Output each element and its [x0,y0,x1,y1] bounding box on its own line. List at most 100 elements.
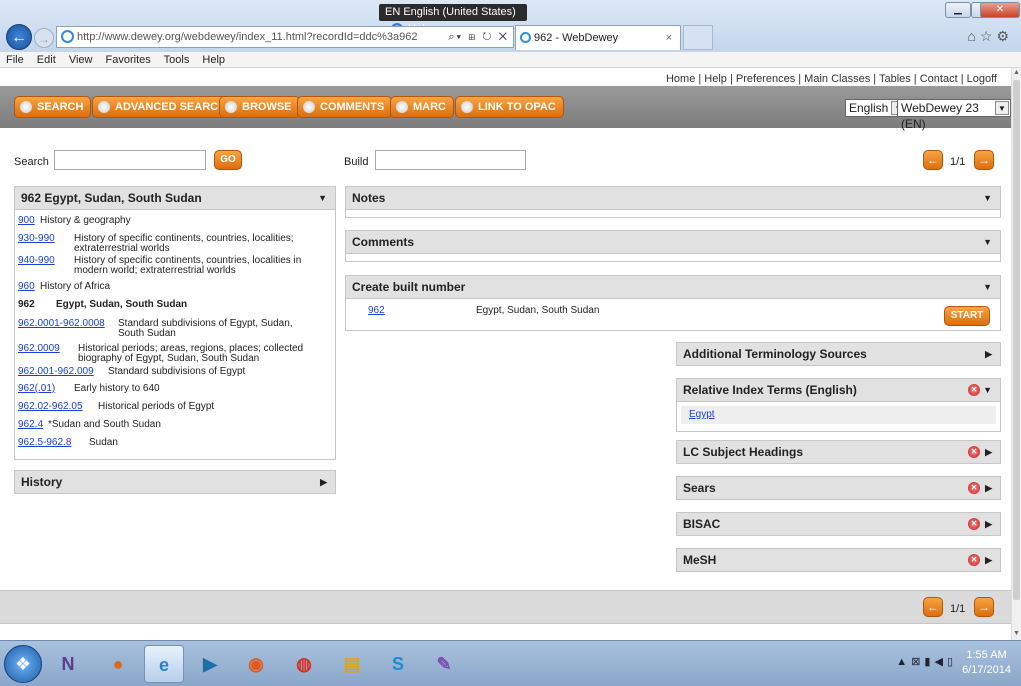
lc-subject-headings-header[interactable]: LC Subject Headings ✕ ▶ [676,440,1001,464]
marc-button[interactable]: MARC [390,96,454,118]
network-icon[interactable]: ⊠ [911,656,924,668]
hierarchy-desc: Standard subdivisions of Egypt [108,366,246,377]
page-indicator-bottom: 1/1 [950,603,966,615]
caret-down-icon: ▼ [983,385,992,395]
hierarchy-desc: *Sudan and South Sudan [48,419,161,430]
page-scrollbar[interactable]: ▲ ▼ [1011,68,1021,640]
skype-icon[interactable]: S [378,645,418,683]
ime-language-bar[interactable]: EN English (United States) ? Help [379,4,527,35]
media-player-icon[interactable]: ▶ [190,645,230,683]
class-hierarchy-header[interactable]: 962 Egypt, Sudan, South Sudan ▼ [14,186,336,210]
chrome-icon[interactable]: ◍ [284,645,324,683]
system-clock[interactable]: 1:55 AM 6/17/2014 [962,648,1011,678]
mesh-header[interactable]: MeSH ✕ ▶ [676,548,1001,572]
signal-icon[interactable]: ▮ [924,656,934,668]
tray-chevron-icon[interactable]: ▲ [896,656,911,668]
system-tray[interactable]: ▲⊠▮◀▯ [896,655,957,668]
start-button[interactable]: ❖ [4,645,42,683]
close-x-icon[interactable]: ✕ [968,446,980,458]
onenote-icon[interactable]: N [48,645,88,683]
close-x-icon[interactable]: ✕ [968,482,980,494]
hierarchy-code[interactable]: 960 [18,282,35,292]
close-x-icon[interactable]: ✕ [968,384,980,396]
tab-close-icon[interactable]: × [666,26,672,50]
build-input[interactable] [375,150,526,170]
additional-terminology-header[interactable]: Additional Terminology Sources ▶ [676,342,1001,366]
caret-right-icon: ▶ [320,477,327,487]
hierarchy-code[interactable]: 930-990 [18,234,55,244]
prev-page-button-bottom[interactable]: ← [923,597,943,617]
link-up-arrow-icon [461,101,473,113]
firefox-icon[interactable]: ● [98,645,138,683]
relative-index-link[interactable]: Egypt [689,409,715,420]
caret-down-icon: ▼ [983,282,992,292]
close-x-icon[interactable]: ✕ [968,554,980,566]
sears-header[interactable]: Sears ✕ ▶ [676,476,1001,500]
create-built-number-header[interactable]: Create built number ▼ [345,275,1001,299]
file-explorer-icon[interactable]: ▤ [332,645,372,683]
menu-help[interactable]: Help [202,54,225,66]
prev-page-button[interactable]: ← [923,150,943,170]
hierarchy-code[interactable]: 900 [18,216,35,226]
hierarchy-code[interactable]: 962.0009 [18,344,60,354]
favorites-star-icon[interactable]: ☆ [980,28,997,44]
burner-app-icon[interactable]: ◉ [236,645,276,683]
hierarchy-code[interactable]: 940-990 [18,256,55,266]
notes-header[interactable]: Notes ▼ [345,186,1001,210]
volume-icon[interactable]: ◀ [934,656,946,668]
scrollbar-thumb[interactable] [1013,80,1020,600]
scroll-down-icon[interactable]: ▼ [1013,630,1020,637]
search-button[interactable]: SEARCH [14,96,92,118]
history-panel-title: History [21,475,63,489]
comments-header[interactable]: Comments ▼ [345,230,1001,254]
browser-toolbar-icons[interactable]: ⌂☆⚙ [967,28,1013,45]
comments-label: COMMENTS [320,101,385,113]
bisac-header[interactable]: BISAC ✕ ▶ [676,512,1001,536]
new-tab-button[interactable] [683,25,713,50]
hierarchy-desc: History of specific continents, countrie… [74,255,302,276]
link-to-opac-button[interactable]: LINK TO OPAC [455,96,564,118]
hierarchy-code[interactable]: 962.5-962.8 [18,438,71,448]
top-links[interactable]: Home | Help | Preferences | Main Classes… [666,73,997,85]
relative-index-header[interactable]: Relative Index Terms (English) ✕ ▼ [676,378,1001,402]
minimize-button[interactable]: ▁ [945,2,971,18]
edition-select[interactable]: WebDewey 23 (EN) ▼ [897,99,1011,131]
hierarchy-code[interactable]: 962.4 [18,420,43,430]
menu-view[interactable]: View [69,54,93,66]
browse-icon [225,101,237,113]
browse-button[interactable]: BROWSE [219,96,300,118]
caret-right-icon: ▶ [985,519,992,529]
forward-button[interactable]: → [34,28,54,48]
clock-time: 1:55 AM [966,649,1007,661]
go-button[interactable]: GO [214,150,242,170]
scroll-up-icon[interactable]: ▲ [1013,69,1020,76]
start-button[interactable]: START [944,306,990,326]
back-button[interactable]: ← [6,24,32,50]
history-panel-header[interactable]: History ▶ [14,470,336,494]
built-number-code-link[interactable]: 962 [368,305,385,316]
next-page-button-bottom[interactable]: → [974,597,994,617]
close-window-button[interactable]: ✕ [980,2,1020,18]
menu-edit[interactable]: Edit [37,54,56,66]
search-input[interactable] [54,150,206,170]
advanced-search-button[interactable]: ADVANCED SEARCH [92,96,235,118]
menu-tools[interactable]: Tools [164,54,190,66]
next-page-button[interactable]: → [974,150,994,170]
internet-explorer-icon[interactable]: e [144,645,184,683]
close-x-icon[interactable]: ✕ [968,518,980,530]
hierarchy-code[interactable]: 962.0001-962.0008 [18,319,105,329]
menu-file[interactable]: File [6,54,24,66]
address-bar[interactable]: http://www.dewey.org/webdewey/index_11.h… [56,26,514,48]
browser-tab[interactable]: 962 - WebDewey × [515,25,681,50]
hierarchy-code[interactable]: 962.001-962.009 [18,367,94,377]
comments-button[interactable]: COMMENTS [297,96,393,118]
usb-icon[interactable]: ▯ [947,656,957,668]
paint-icon[interactable]: ✎ [424,645,464,683]
hierarchy-code[interactable]: 962(.01) [18,384,55,394]
address-tools-icon[interactable]: ⌕▾ ⊞ ↻ ✕ [448,27,509,47]
hierarchy-code[interactable]: 962.02-962.05 [18,402,83,412]
settings-gear-icon[interactable]: ⚙ [996,28,1013,44]
home-icon[interactable]: ⌂ [967,28,979,44]
tab-title: 962 - WebDewey [534,32,619,44]
menu-favorites[interactable]: Favorites [106,54,151,66]
